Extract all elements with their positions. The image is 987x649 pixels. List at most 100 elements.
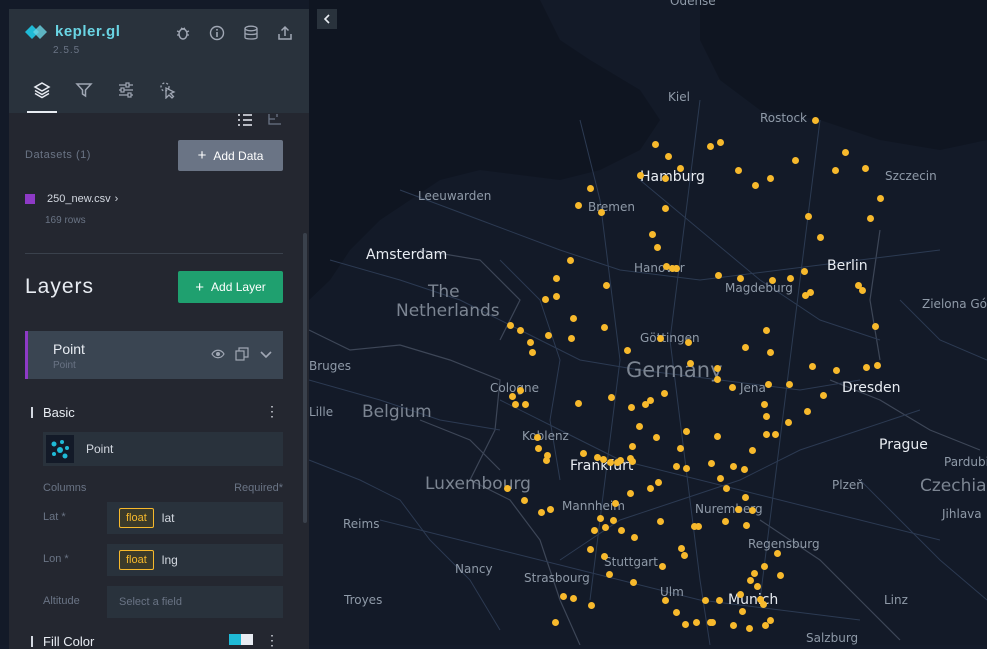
map-point (596, 514, 604, 522)
map-point (706, 142, 714, 150)
add-layer-button[interactable]: + Add Layer (178, 271, 283, 303)
map-label: Czechia (920, 476, 987, 496)
section-basic-label: Basic (43, 405, 75, 420)
map-point (544, 331, 552, 339)
share-icon[interactable] (275, 23, 295, 43)
add-data-button[interactable]: + Add Data (178, 140, 283, 171)
panel-header: kepler.gl 2.5.5 (9, 9, 309, 67)
map-point (681, 620, 689, 628)
map-point (713, 432, 721, 440)
section-basic[interactable]: Basic (25, 405, 75, 420)
map-label: Regensburg (748, 537, 820, 551)
section-fill-color[interactable]: Fill Color (25, 634, 94, 649)
map-point (602, 281, 610, 289)
info-icon[interactable] (207, 23, 227, 43)
map-point (729, 621, 737, 629)
filter-icon (75, 83, 93, 98)
map-point (569, 314, 577, 322)
lon-field-selector[interactable]: float lng (107, 544, 283, 576)
map-point (609, 516, 617, 524)
map-point (660, 389, 668, 397)
map-point (607, 393, 615, 401)
duplicate-icon[interactable] (235, 347, 249, 361)
sort-view-icon[interactable] (267, 113, 283, 127)
map-label: Jihlava (942, 507, 982, 521)
list-view-icon[interactable] (237, 113, 253, 127)
map-point (520, 496, 528, 504)
map-point (653, 243, 661, 251)
map-point (841, 148, 849, 156)
fill-color-swatch[interactable] (229, 634, 253, 645)
map-point (569, 594, 577, 602)
map-label: Netherlands (396, 301, 500, 321)
add-layer-label: Add Layer (211, 280, 266, 294)
map-point (652, 433, 660, 441)
bug-icon[interactable] (173, 23, 193, 43)
map-point (801, 291, 809, 299)
map-point (768, 276, 776, 284)
map-point (876, 194, 884, 202)
map-point (641, 400, 649, 408)
map-point (785, 380, 793, 388)
map-point (708, 618, 716, 626)
chevron-down-icon[interactable] (259, 347, 273, 361)
map-point (648, 230, 656, 238)
map-point (819, 391, 827, 399)
map-point (716, 474, 724, 482)
tab-interactions[interactable] (109, 67, 143, 113)
tab-filters[interactable] (67, 67, 101, 113)
map-point (651, 140, 659, 148)
map-point (590, 526, 598, 534)
layer-card-point[interactable]: Point Point (25, 331, 283, 379)
tab-layers[interactable] (25, 67, 59, 113)
panel-scrollbar[interactable] (303, 233, 307, 523)
map-point (721, 517, 729, 525)
collapse-panel-button[interactable] (317, 9, 337, 29)
eye-icon[interactable] (211, 347, 225, 361)
map-label: Plzeň (832, 478, 864, 492)
tab-basemap[interactable] (151, 67, 185, 113)
database-icon[interactable] (241, 23, 261, 43)
map-point (587, 601, 595, 609)
layer-type-selector[interactable]: Point (43, 432, 283, 466)
side-panel: kepler.gl 2.5.5 Datasets (1) + Add Data … (9, 9, 309, 649)
map-point (766, 348, 774, 356)
section-marker (31, 636, 33, 647)
map-point (862, 363, 870, 371)
map-label: Jena (740, 381, 766, 395)
map-label: Linz (884, 593, 908, 607)
map-point (508, 392, 516, 400)
map-label: Munich (728, 592, 779, 608)
map-point (748, 506, 756, 514)
dataset-item[interactable]: 250_new.csv › (25, 193, 118, 205)
map-label: Kiel (668, 90, 690, 104)
field-type-badge: float (119, 550, 154, 570)
more-options-icon[interactable]: ⋮ (265, 403, 279, 420)
map-point (677, 544, 685, 552)
layer-name: Point (53, 341, 85, 357)
lat-field-selector[interactable]: float lat (107, 502, 283, 534)
map-point (800, 267, 808, 275)
layer-type-label: Point (86, 442, 114, 456)
more-options-icon[interactable]: ⋮ (265, 632, 279, 649)
map-label: Amsterdam (366, 247, 448, 263)
map-point (871, 322, 879, 330)
map-point (658, 562, 666, 570)
map-point (776, 571, 784, 579)
map-point (773, 549, 781, 557)
map-point (766, 174, 774, 182)
altitude-field-selector[interactable]: Select a field (107, 586, 283, 618)
map-point (656, 334, 664, 342)
section-marker (31, 407, 33, 418)
map-point (629, 578, 637, 586)
map-label: Magdeburg (725, 281, 793, 295)
map-point (635, 422, 643, 430)
map-point (586, 545, 594, 553)
map-label: Reims (343, 517, 380, 531)
map-label: Rostock (760, 111, 807, 125)
map-point (760, 562, 768, 570)
map-point (741, 343, 749, 351)
map-point (661, 596, 669, 604)
map-point (832, 366, 840, 374)
panel-content[interactable]: Datasets (1) + Add Data 250_new.csv › 16… (9, 113, 309, 649)
